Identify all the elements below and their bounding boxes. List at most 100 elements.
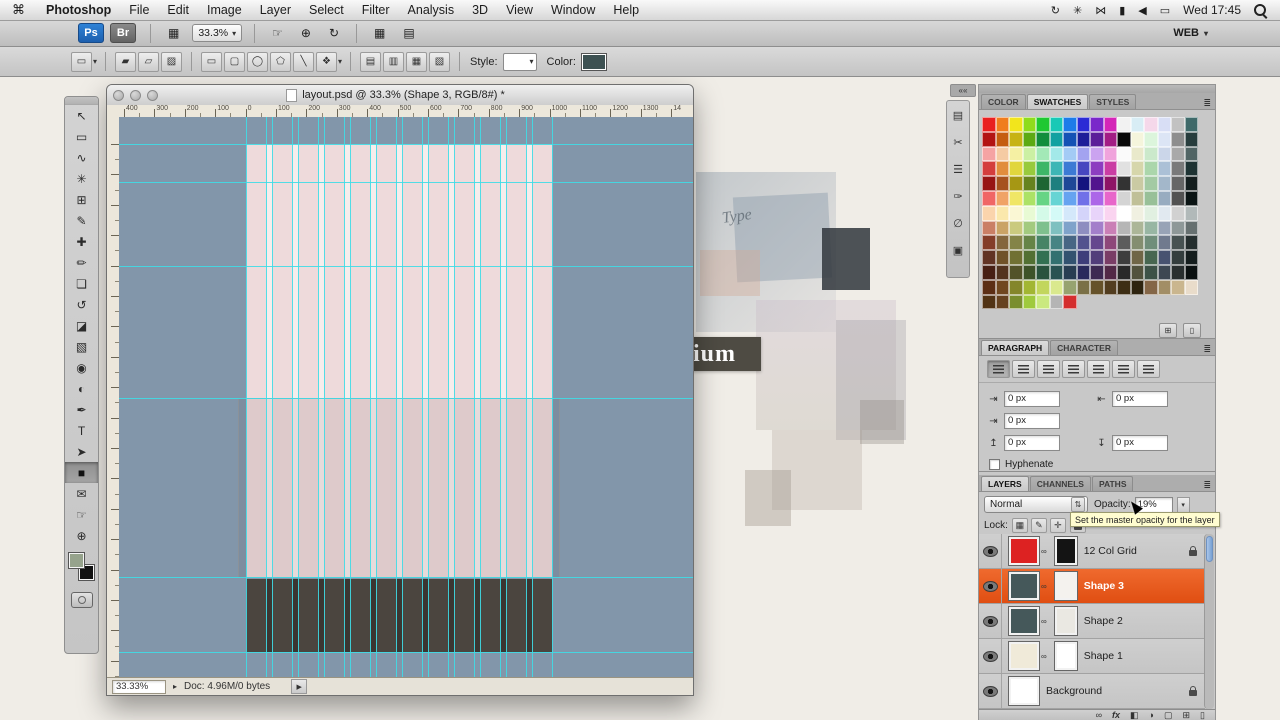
swatch[interactable] [1049, 161, 1063, 177]
view-extras-button[interactable]: ▦ [161, 24, 186, 42]
swatch[interactable] [1076, 235, 1090, 251]
align-right-button[interactable] [1037, 360, 1060, 378]
swatch[interactable] [995, 264, 1009, 280]
tab-swatches[interactable]: SWATCHES [1026, 94, 1089, 109]
swatch[interactable] [1184, 264, 1198, 280]
swatch[interactable] [1090, 161, 1104, 177]
swatch[interactable] [1036, 205, 1050, 221]
swatch[interactable] [1157, 161, 1171, 177]
history-brush-tool[interactable]: ↺ [65, 294, 98, 315]
swatch[interactable] [1184, 146, 1198, 162]
current-tool-icon[interactable]: ▭ [71, 51, 92, 72]
swatch[interactable] [1117, 205, 1131, 221]
swatch[interactable] [1049, 294, 1063, 310]
swatch[interactable] [1063, 220, 1077, 236]
swatch[interactable] [1009, 264, 1023, 280]
swatch[interactable] [1171, 161, 1185, 177]
swatch[interactable] [1130, 131, 1144, 147]
brush-tool[interactable]: ✏ [65, 252, 98, 273]
rounded-rectangle-shape[interactable]: ▢ [224, 51, 246, 72]
gradient-tool[interactable]: ▧ [65, 336, 98, 357]
mask-thumbnail[interactable] [1053, 571, 1078, 601]
polygon-shape[interactable]: ⬠ [270, 51, 292, 72]
swatch[interactable] [1157, 131, 1171, 147]
swatch[interactable] [1157, 146, 1171, 162]
rectangle-tool[interactable]: ■ [65, 462, 98, 483]
swatch[interactable] [1009, 131, 1023, 147]
swatch[interactable] [1049, 190, 1063, 206]
swatch[interactable] [1144, 161, 1158, 177]
swatch[interactable] [995, 161, 1009, 177]
swatch[interactable] [1171, 264, 1185, 280]
layer-thumbnail[interactable] [1008, 606, 1040, 636]
swatch[interactable] [1103, 279, 1117, 295]
menu-photoshop[interactable]: Photoshop [37, 3, 120, 17]
swatch[interactable] [1184, 190, 1198, 206]
swatch[interactable] [1063, 235, 1077, 251]
swatch[interactable] [1117, 279, 1131, 295]
panel-menu-icon[interactable]: ≣ [1203, 344, 1211, 355]
menu-select[interactable]: Select [300, 3, 353, 17]
layer-style-icon[interactable]: fx [1112, 710, 1120, 720]
swatch[interactable] [982, 235, 996, 251]
left-indent-field-input[interactable]: 0 px [1004, 391, 1060, 407]
swatch[interactable] [1049, 220, 1063, 236]
toolbox-grip[interactable] [65, 97, 98, 105]
rectangle-shape[interactable]: ▭ [201, 51, 223, 72]
swatch[interactable] [1049, 117, 1063, 132]
menu-file[interactable]: File [120, 3, 158, 17]
menu-edit[interactable]: Edit [158, 3, 198, 17]
swatch[interactable] [1076, 279, 1090, 295]
swatch[interactable] [1076, 161, 1090, 177]
swatch[interactable] [1063, 117, 1077, 132]
swatch[interactable] [1090, 250, 1104, 265]
swatch[interactable] [1022, 190, 1036, 206]
panel-menu-icon[interactable]: ≣ [1203, 480, 1211, 491]
visibility-toggle[interactable] [979, 604, 1002, 638]
swatch[interactable] [1090, 190, 1104, 206]
swatch[interactable] [982, 146, 996, 162]
swatch[interactable] [1063, 190, 1077, 206]
swatch[interactable] [1117, 190, 1131, 206]
swatch[interactable] [982, 205, 996, 221]
swatch[interactable] [995, 131, 1009, 147]
first-line-indent-field-input[interactable]: 0 px [1004, 413, 1060, 429]
swatch[interactable] [1103, 264, 1117, 280]
swatch[interactable] [1171, 131, 1185, 147]
swatch[interactable] [1130, 264, 1144, 280]
menu-layer[interactable]: Layer [251, 3, 300, 17]
maximize-button[interactable] [147, 89, 158, 101]
swatch[interactable] [1090, 117, 1104, 132]
layer-thumbnail[interactable] [1008, 571, 1040, 601]
swatch[interactable] [1184, 176, 1198, 191]
screen-mode-button[interactable]: ▤ [396, 24, 421, 42]
crop-tool[interactable]: ⊞ [65, 189, 98, 210]
swatch[interactable] [1184, 205, 1198, 221]
mask-thumbnail[interactable] [1053, 606, 1078, 636]
swatch[interactable] [1009, 235, 1023, 251]
swatch[interactable] [1049, 205, 1063, 221]
swatch[interactable] [1171, 250, 1185, 265]
swatch[interactable] [1117, 235, 1131, 251]
swatch[interactable] [1063, 176, 1077, 191]
swatch[interactable] [995, 176, 1009, 191]
swatch[interactable] [1009, 250, 1023, 265]
tab-paths[interactable]: PATHS [1091, 476, 1134, 491]
swatch[interactable] [1036, 250, 1050, 265]
swatch[interactable] [1144, 205, 1158, 221]
swatch[interactable] [1063, 131, 1077, 147]
swatch[interactable] [1171, 176, 1185, 191]
swatch[interactable] [1036, 294, 1050, 310]
align-center-button[interactable] [1012, 360, 1035, 378]
layer-thumbnail[interactable] [1008, 536, 1040, 566]
swatch[interactable] [1144, 146, 1158, 162]
layer-group-icon[interactable]: ▢ [1164, 710, 1173, 720]
layer-thumbnail[interactable] [1008, 676, 1040, 706]
path-selection-tool[interactable]: ➤ [65, 441, 98, 462]
status-menu-button[interactable]: ▶ [291, 679, 308, 694]
swatch[interactable] [1130, 190, 1144, 206]
tab-character[interactable]: CHARACTER [1050, 340, 1118, 355]
menu-analysis[interactable]: Analysis [399, 3, 464, 17]
brushes-panel-icon[interactable]: ✑ [948, 186, 968, 206]
layer-row[interactable]: ∞ Shape 1 [979, 639, 1205, 674]
